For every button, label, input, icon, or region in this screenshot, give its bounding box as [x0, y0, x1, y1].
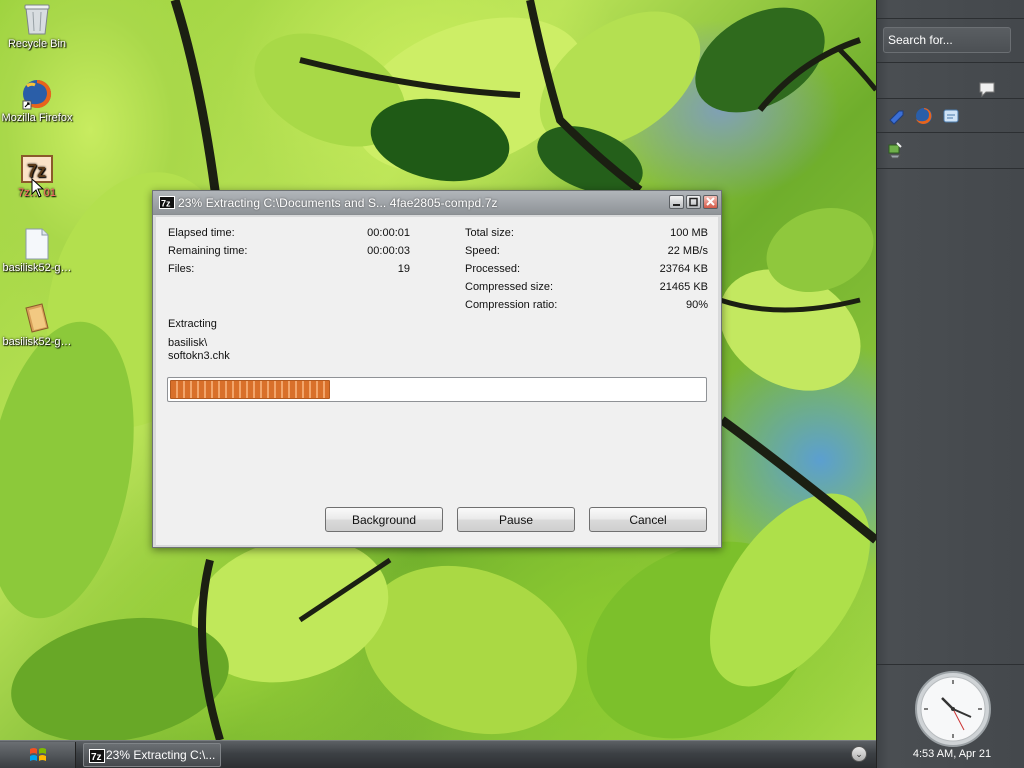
7zip-icon: 7z — [89, 749, 105, 763]
taskbar: 7z 23% Extracting C:\... ⌄ — [0, 740, 876, 768]
start-button[interactable] — [0, 742, 76, 768]
folder-app-icon[interactable] — [941, 106, 961, 126]
speed-label: Speed: — [465, 245, 500, 257]
cancel-button[interactable]: Cancel — [589, 507, 707, 532]
compressed-size-value: 21465 KB — [659, 281, 708, 293]
maximize-icon — [689, 197, 698, 207]
7zip-icon: 7z — [159, 196, 175, 209]
desktop-icon-label: Recycle Bin — [7, 38, 67, 50]
processed-value: 23764 KB — [659, 263, 708, 275]
recycle-bin-icon — [24, 4, 50, 35]
chat-bubble-icon[interactable] — [977, 80, 997, 100]
desktop-icon-recycle-bin[interactable]: Recycle Bin — [0, 2, 74, 50]
desktop-icon-archive[interactable]: basilisk52-g… — [0, 302, 74, 348]
desktop-icon-firefox[interactable]: Mozilla Firefox — [0, 78, 74, 124]
files-label: Files: — [168, 263, 195, 275]
taskbar-button-7zip-extract[interactable]: 7z 23% Extracting C:\... — [83, 743, 221, 767]
minimize-icon — [673, 204, 680, 206]
archive-icon — [25, 303, 49, 333]
sidebar: Search for... — [876, 0, 1024, 768]
close-icon — [706, 197, 715, 206]
maximize-button[interactable] — [686, 195, 701, 209]
files-value: 19 — [397, 263, 410, 275]
desktop-icon-document[interactable]: basilisk52-g… — [0, 228, 74, 274]
network-tool-icon[interactable] — [885, 140, 905, 160]
tray-expand-chevron-icon[interactable]: ⌄ — [851, 746, 867, 762]
svg-text:7z: 7z — [91, 752, 102, 763]
pause-button[interactable]: Pause — [457, 507, 575, 532]
clock-date-label: 4:53 AM, Apr 21 — [912, 748, 992, 760]
desktop-icon-label: Mozilla Firefox — [1, 112, 73, 124]
processed-label: Processed: — [465, 263, 521, 275]
mouse-cursor-icon — [31, 178, 45, 198]
document-icon — [25, 228, 49, 260]
minimize-button[interactable] — [669, 195, 684, 209]
compression-ratio-value: 90% — [685, 299, 708, 311]
dialog-title: 23% Extracting C:\Documents and S... 4fa… — [178, 196, 498, 210]
windows-logo-icon — [30, 748, 46, 761]
progress-fill — [170, 380, 330, 399]
remaining-time-value: 00:00:03 — [367, 245, 410, 257]
sidebar-search-input[interactable]: Search for... — [883, 27, 1011, 53]
current-file: softokn3.chk — [168, 350, 230, 362]
close-button[interactable] — [703, 195, 718, 209]
total-size-value: 100 MB — [670, 227, 708, 239]
background-button[interactable]: Background — [325, 507, 443, 532]
speed-value: 22 MB/s — [667, 245, 708, 257]
dialog-titlebar[interactable]: 7z 23% Extracting C:\Documents and S... … — [153, 191, 721, 215]
svg-text:7z: 7z — [161, 199, 171, 209]
dialog-body: Elapsed time: 00:00:01 Remaining time: 0… — [156, 217, 718, 545]
compression-ratio-label: Compression ratio: — [465, 299, 558, 311]
firefox-icon[interactable] — [914, 106, 934, 126]
compressed-size-label: Compressed size: — [465, 281, 554, 293]
desktop-icon-label: basilisk52-g… — [2, 336, 72, 348]
elapsed-time-label: Elapsed time: — [168, 227, 235, 239]
desktop-icon-label: basilisk52-g… — [2, 262, 72, 274]
elapsed-time-value: 00:00:01 — [367, 227, 410, 239]
firefox-icon — [22, 79, 52, 110]
extract-dialog: 7z 23% Extracting C:\Documents and S... … — [152, 190, 722, 548]
total-size-label: Total size: — [465, 227, 514, 239]
remaining-time-label: Remaining time: — [168, 245, 248, 257]
extracting-label: Extracting — [168, 318, 217, 330]
taskbar-button-label: 23% Extracting C:\... — [106, 748, 216, 762]
extract-progress-bar — [167, 377, 707, 402]
current-folder: basilisk\ — [168, 337, 208, 349]
clock-gadget[interactable] — [914, 670, 992, 748]
arrow-app-icon[interactable] — [887, 106, 907, 126]
